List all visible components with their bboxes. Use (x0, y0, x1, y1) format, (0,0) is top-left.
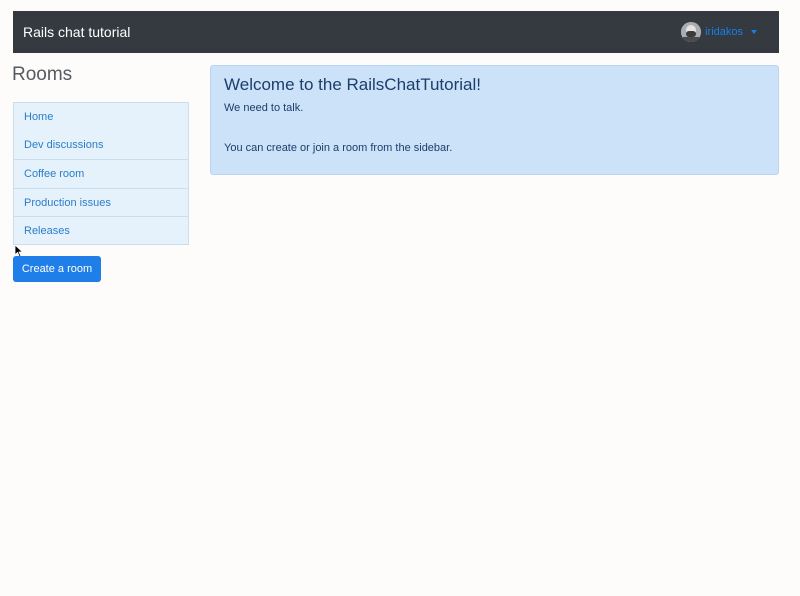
caret-down-icon[interactable] (751, 30, 757, 34)
room-item-home[interactable]: Home (14, 103, 188, 131)
welcome-alert: Welcome to the RailsChatTutorial! We nee… (210, 65, 779, 175)
user-avatar (681, 22, 702, 42)
room-item-dev-discussions[interactable]: Dev discussions (14, 131, 188, 159)
room-item-coffee-room[interactable]: Coffee room (14, 159, 188, 187)
top-navbar: Rails chat tutorial iridakos (13, 11, 779, 53)
alert-heading: Welcome to the RailsChatTutorial! (224, 75, 481, 94)
rooms-list: Home Dev discussions Coffee room Product… (13, 102, 189, 245)
user-name[interactable]: iridakos (705, 26, 743, 38)
create-room-button[interactable]: Create a room (13, 256, 101, 282)
alert-line-1: We need to talk. (224, 102, 304, 114)
user-menu-dropdown[interactable]: iridakos (681, 22, 757, 42)
room-item-production-issues[interactable]: Production issues (14, 187, 188, 216)
alert-line-2: You can create or join a room from the s… (224, 142, 453, 154)
rooms-heading: Rooms (12, 64, 73, 85)
navbar-brand[interactable]: Rails chat tutorial (23, 24, 130, 40)
room-item-releases[interactable]: Releases (14, 215, 188, 244)
